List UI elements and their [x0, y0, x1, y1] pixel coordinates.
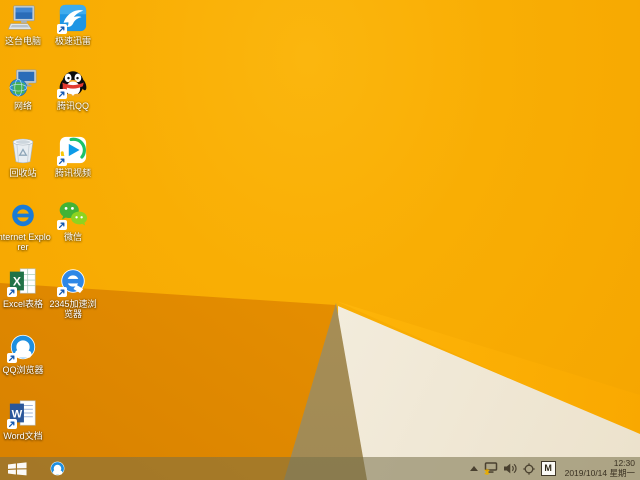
system-tray: M 12:30 2019/10/14 星期一: [469, 458, 640, 478]
taskbar: M 12:30 2019/10/14 星期一: [0, 457, 640, 480]
clock-date: 2019/10/14 星期一: [564, 467, 635, 478]
shortcut-arrow-icon: [7, 353, 17, 363]
browser-2345-icon: [57, 266, 88, 297]
ime-indicator[interactable]: M: [540, 461, 556, 476]
desktop-icon-tencent-qq[interactable]: 腾讯QQ: [45, 68, 101, 111]
chevron-up-icon: [469, 466, 478, 471]
excel-icon: X: [7, 266, 38, 297]
show-hidden-icons-button[interactable]: [469, 466, 478, 471]
speaker-icon: [503, 463, 517, 474]
start-button[interactable]: [0, 457, 34, 480]
desktop-icon-xunlei[interactable]: 极速迅雷: [45, 3, 101, 46]
windows-logo-icon: [7, 461, 27, 475]
desktop-icon-label: 这台电脑: [4, 36, 41, 46]
wechat-icon: [57, 199, 88, 230]
network-status-tray-icon[interactable]: [484, 462, 498, 475]
recycle-bin-icon: [8, 135, 38, 165]
network-warning-icon: [484, 462, 497, 475]
desktop-icon-tencent-video[interactable]: 腾讯视频: [45, 135, 101, 178]
desktop-icon-label: Excel表格: [2, 299, 43, 309]
desktop-icon-label: 极速迅雷: [54, 36, 91, 46]
desktop-icon-label: Internet Explorer: [0, 232, 51, 252]
desktop-icon-browser-2345[interactable]: 2345加速浏览器: [45, 266, 101, 319]
desktop-icon-excel[interactable]: X Excel表格: [0, 266, 51, 309]
desktop-icon-label: 微信: [63, 232, 82, 242]
desktop-icon-label: Word文档: [3, 431, 43, 441]
shortcut-arrow-icon: [7, 419, 17, 429]
desktop-icon-this-pc[interactable]: 这台电脑: [0, 3, 51, 46]
desktop-icon-label: QQ浏览器: [2, 365, 44, 375]
desktop-icon-network[interactable]: 网络: [0, 68, 51, 111]
desktop-icon-grid: 这台电脑 极速迅雷网络 腾讯QQ 回收站 腾讯视频 Internet Explorer 微信…: [0, 0, 640, 480]
xunlei-icon: [57, 3, 88, 34]
crosshair-icon: [522, 462, 535, 475]
network-icon: [8, 68, 38, 98]
desktop-icon-label: 2345加速浏览器: [49, 299, 97, 319]
shortcut-arrow-icon: [57, 89, 67, 99]
taskbar-pinned-qq-browser[interactable]: [42, 457, 72, 480]
this-pc-icon: [8, 3, 38, 33]
word-icon: W: [7, 398, 38, 429]
qq-browser-icon: [50, 461, 64, 476]
desktop-icon-wechat[interactable]: 微信: [45, 199, 101, 242]
desktop-icon-label: 网络: [13, 101, 32, 111]
crosshair-tray-icon[interactable]: [522, 462, 535, 475]
shortcut-arrow-icon: [57, 156, 67, 166]
qq-browser-icon: [7, 332, 38, 363]
desktop-icon-word[interactable]: W Word文档: [0, 398, 51, 441]
tencent-video-icon: [57, 135, 88, 166]
desktop-icon-recycle-bin[interactable]: 回收站: [0, 135, 51, 178]
desktop-icon-label: 腾讯QQ: [56, 101, 89, 111]
shortcut-arrow-icon: [57, 220, 67, 230]
desktop-icon-label: 回收站: [9, 168, 37, 178]
volume-tray-icon[interactable]: [503, 463, 517, 474]
taskbar-clock[interactable]: 12:30 2019/10/14 星期一: [564, 458, 635, 478]
desktop-icon-qq-browser[interactable]: QQ浏览器: [0, 332, 51, 375]
shortcut-arrow-icon: [57, 287, 67, 297]
desktop-icon-internet-explorer[interactable]: Internet Explorer: [0, 199, 51, 252]
desktop-icon-label: 腾讯视频: [54, 168, 91, 178]
tencent-qq-icon: [57, 68, 88, 99]
desktop-screen: 这台电脑 极速迅雷网络 腾讯QQ 回收站 腾讯视频 Internet Explorer 微信…: [0, 0, 640, 480]
shortcut-arrow-icon: [57, 24, 67, 34]
shortcut-arrow-icon: [7, 287, 17, 297]
internet-explorer-icon: [8, 199, 38, 229]
